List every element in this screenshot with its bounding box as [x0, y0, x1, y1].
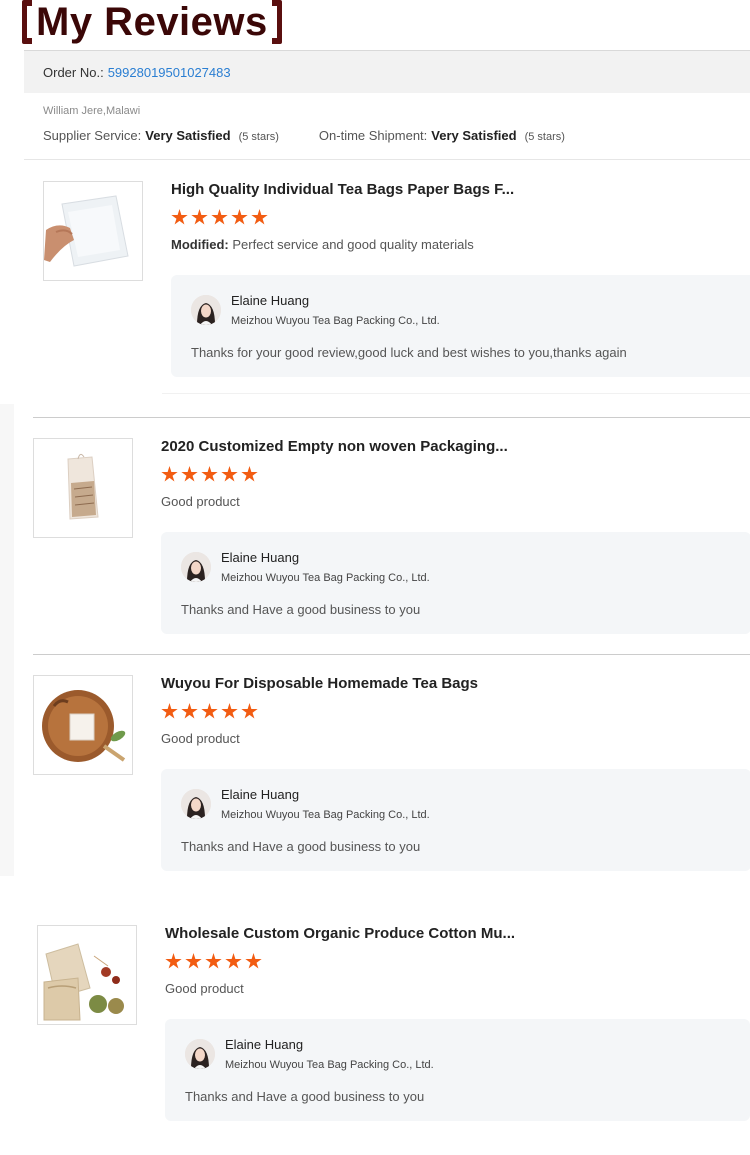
page-title: My Reviews — [36, 0, 268, 44]
reply-company: Meizhou Wuyou Tea Bag Packing Co., Ltd. — [221, 572, 430, 584]
reviews-card: 2020 Customized Empty non woven Packagin… — [14, 404, 750, 876]
review-item: 2020 Customized Empty non woven Packagin… — [33, 438, 750, 638]
review-body: Perfect service and good quality materia… — [232, 237, 474, 252]
review-item: High Quality Individual Tea Bags Paper B… — [43, 181, 750, 399]
seller-avatar — [191, 295, 221, 325]
review-text: Modified: Perfect service and good quali… — [171, 237, 474, 252]
reply-text: Thanks and Have a good business to you — [181, 839, 421, 854]
reply-author: Elaine Huang — [225, 1037, 304, 1052]
star-icon — [221, 703, 238, 719]
star-icon — [231, 209, 248, 225]
star-icon — [165, 953, 182, 969]
reply-author: Elaine Huang — [221, 787, 300, 802]
reply-company: Meizhou Wuyou Tea Bag Packing Co., Ltd. — [225, 1059, 434, 1071]
reply-author: Elaine Huang — [221, 550, 300, 565]
star-icon — [205, 953, 222, 969]
divider — [24, 159, 750, 160]
divider — [33, 654, 750, 655]
review-body: Good product — [161, 731, 240, 746]
reply-author: Elaine Huang — [231, 293, 310, 308]
background-strip — [0, 404, 14, 876]
product-title[interactable]: High Quality Individual Tea Bags Paper B… — [171, 181, 514, 198]
title-bracket-left — [22, 0, 32, 44]
star-icon — [171, 209, 188, 225]
star-rating — [161, 703, 258, 720]
star-rating — [165, 953, 262, 970]
star-icon — [185, 953, 202, 969]
order-card: Order No.: 59928019501027483 William Jer… — [24, 50, 750, 403]
supplier-reply: Elaine Huang Meizhou Wuyou Tea Bag Packi… — [161, 769, 750, 871]
product-title[interactable]: 2020 Customized Empty non woven Packagin… — [161, 438, 508, 455]
supplier-service-stars: (5 stars) — [238, 131, 279, 143]
star-icon — [161, 466, 178, 482]
supplier-reply: Elaine Huang Meizhou Wuyou Tea Bag Packi… — [161, 532, 750, 634]
modified-label: Modified: — [171, 237, 229, 252]
star-rating — [161, 466, 258, 483]
reply-company: Meizhou Wuyou Tea Bag Packing Co., Ltd. — [231, 315, 440, 327]
star-icon — [201, 466, 218, 482]
review-body: Good product — [161, 494, 240, 509]
reviews-card: Wholesale Custom Organic Produce Cotton … — [14, 910, 750, 1128]
reply-text: Thanks and Have a good business to you — [181, 602, 421, 617]
product-thumbnail[interactable] — [37, 925, 137, 1025]
buyer-info: William Jere,Malawi — [43, 105, 141, 117]
star-icon — [191, 209, 208, 225]
review-text: Good product — [161, 494, 240, 509]
review-item: Wuyou For Disposable Homemade Tea Bags G… — [33, 675, 750, 875]
order-number-link[interactable]: 59928019501027483 — [108, 65, 231, 80]
star-icon — [251, 209, 268, 225]
reply-text: Thanks and Have a good business to you — [185, 1089, 425, 1104]
order-bar: Order No.: 59928019501027483 — [24, 51, 750, 93]
order-number-label: Order No.: — [43, 64, 104, 80]
star-icon — [181, 466, 198, 482]
star-icon — [245, 953, 262, 969]
star-icon — [241, 703, 258, 719]
product-title[interactable]: Wholesale Custom Organic Produce Cotton … — [165, 925, 515, 942]
shipment-label: On-time Shipment: — [318, 128, 428, 143]
product-thumbnail[interactable] — [33, 438, 133, 538]
star-icon — [161, 703, 178, 719]
seller-avatar — [181, 552, 211, 582]
supplier-reply: Elaine Huang Meizhou Wuyou Tea Bag Packi… — [171, 275, 750, 377]
seller-avatar — [185, 1039, 215, 1069]
divider — [162, 393, 750, 394]
page-header: My Reviews — [22, 0, 282, 44]
shipment-value: Very Satisfied — [431, 128, 517, 143]
product-title[interactable]: Wuyou For Disposable Homemade Tea Bags — [161, 675, 478, 692]
review-body: Good product — [165, 981, 244, 996]
review-item: Wholesale Custom Organic Produce Cotton … — [37, 925, 750, 1125]
seller-avatar — [181, 789, 211, 819]
product-thumbnail[interactable] — [43, 181, 143, 281]
divider — [33, 417, 750, 418]
star-icon — [211, 209, 228, 225]
shipment-stars: (5 stars) — [524, 131, 565, 143]
star-rating — [171, 209, 268, 226]
star-icon — [221, 466, 238, 482]
background-gap — [0, 876, 750, 910]
review-text: Good product — [161, 731, 240, 746]
product-thumbnail[interactable] — [33, 675, 133, 775]
star-icon — [201, 703, 218, 719]
supplier-service-label: Supplier Service: — [43, 128, 142, 143]
reply-text: Thanks for your good review,good luck an… — [191, 345, 627, 360]
star-icon — [225, 953, 242, 969]
star-icon — [241, 466, 258, 482]
order-ratings: Supplier Service: Very Satisfied (5 star… — [43, 128, 565, 143]
title-bracket-right — [271, 0, 282, 44]
supplier-reply: Elaine Huang Meizhou Wuyou Tea Bag Packi… — [165, 1019, 750, 1121]
supplier-service-value: Very Satisfied — [145, 128, 231, 143]
reply-company: Meizhou Wuyou Tea Bag Packing Co., Ltd. — [221, 809, 430, 821]
star-icon — [181, 703, 198, 719]
review-text: Good product — [165, 981, 244, 996]
